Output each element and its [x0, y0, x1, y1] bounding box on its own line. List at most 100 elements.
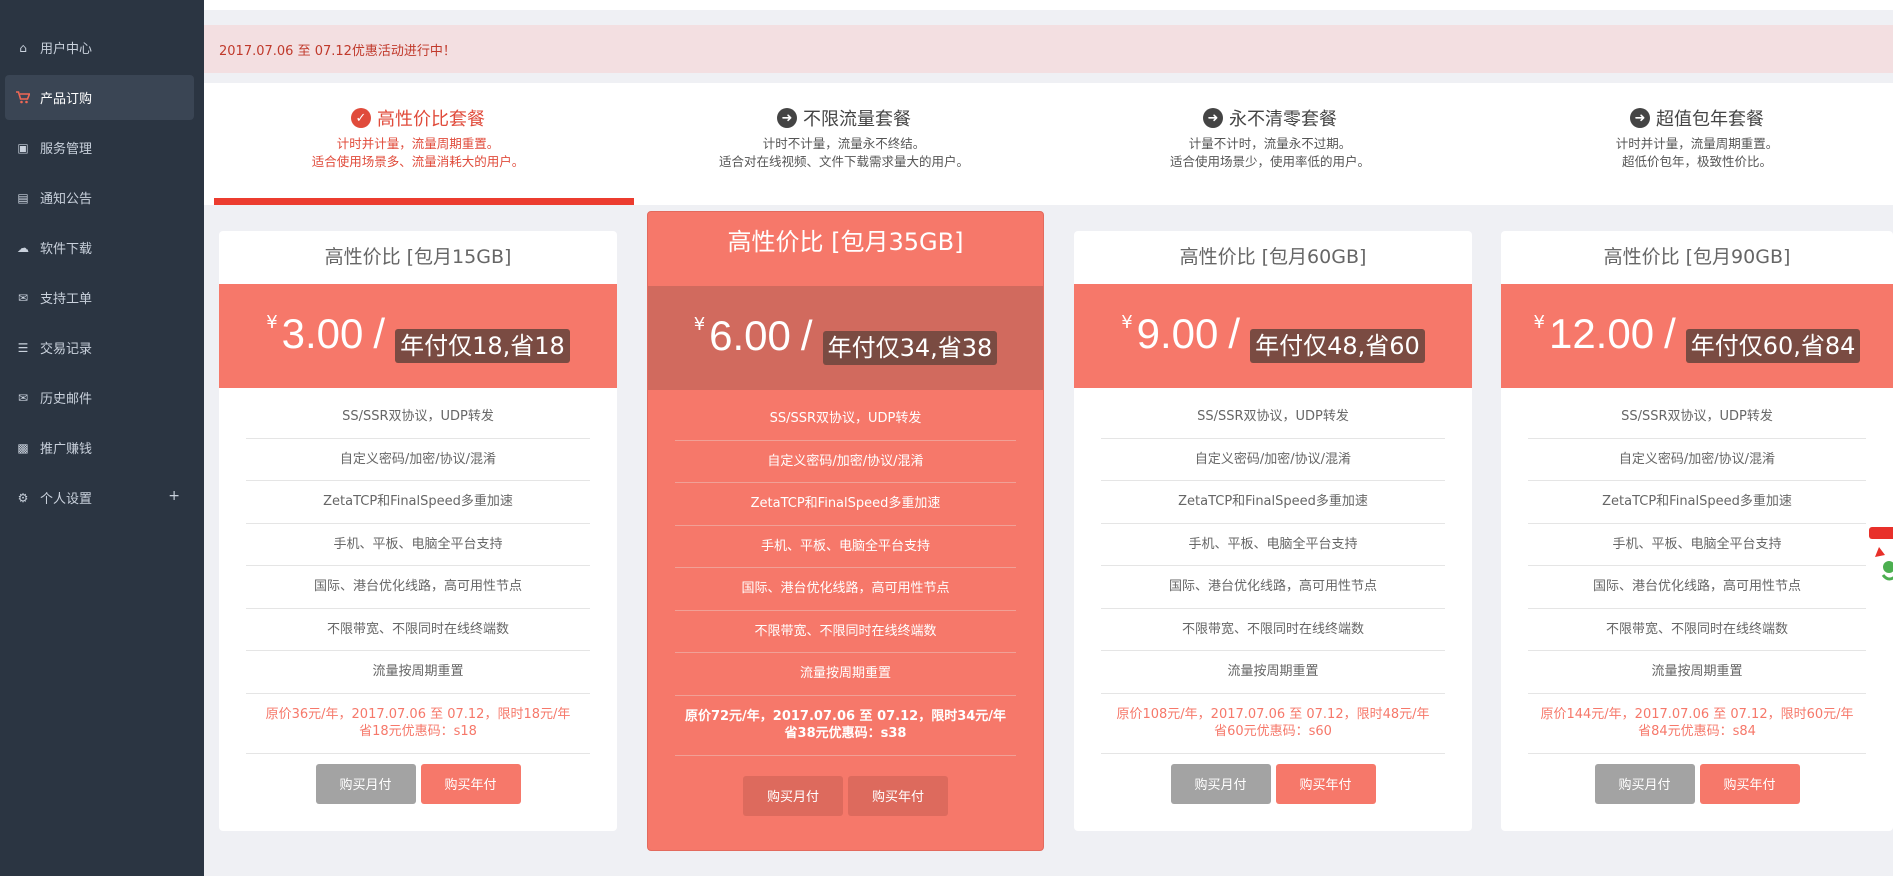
price-separator: /	[1228, 310, 1241, 357]
plan-title: 高性价比 [包月60GB]	[1179, 246, 1367, 268]
cloud-download-icon: ☁	[17, 240, 29, 255]
monthly-price: 12.00	[1548, 310, 1655, 357]
tab-desc-line2: 适合对在线视频、文件下载需求量大的用户。	[718, 154, 969, 169]
feature-item: 流量按周期重置	[1101, 651, 1445, 694]
feature-item: 手机、平板、电脑全平台支持	[675, 526, 1016, 568]
annual-price-badge: 年付仅60,省84	[1685, 329, 1861, 363]
buy-monthly-button[interactable]: 购买月付	[1594, 763, 1695, 804]
sidebar-item-announcements[interactable]: ▤ 通知公告	[5, 175, 194, 220]
sidebar-item-user-center[interactable]: ⌂ 用户中心	[5, 25, 194, 70]
sidebar-item-transactions[interactable]: ☰ 交易记录	[5, 325, 194, 370]
notice-text: 2017.07.06 至 07.12优惠活动进行中！	[219, 43, 456, 59]
tab-cost-effective[interactable]: ✓ 高性价比套餐 计时并计量，流量周期重置。 适合使用场景多、流量消耗大的用户。	[208, 83, 628, 205]
buy-monthly-button[interactable]: 购买月付	[743, 775, 843, 816]
buy-yearly-button[interactable]: 购买年付	[1275, 763, 1376, 804]
sidebar-item-service-management[interactable]: ▣ 服务管理	[5, 125, 194, 170]
sidebar-item-referral[interactable]: ▩ 推广赚钱	[5, 425, 194, 470]
sidebar-item-label: 软件下载	[40, 242, 93, 257]
check-circle-icon: ✓	[351, 108, 371, 128]
tab-desc-line2: 超低价包年，极致性价比。	[1621, 154, 1772, 169]
buy-yearly-button[interactable]: 购买年付	[848, 775, 948, 816]
sidebar-item-support-ticket[interactable]: ✉ 支持工单	[5, 275, 194, 320]
cube-icon: ▣	[17, 140, 29, 155]
tab-desc-line2: 适合使用场景少，使用率低的用户。	[1169, 154, 1370, 169]
plan-title: 高性价比 [包月90GB]	[1603, 246, 1791, 268]
tab-desc-line2: 适合使用场景多、流量消耗大的用户。	[311, 154, 525, 169]
feature-item: 手机、平板、电脑全平台支持	[246, 524, 590, 566]
price-box: ¥ 9.00 / 年付仅48,省60	[1074, 284, 1472, 388]
feature-item: ZetaTCP和FinalSpeed多重加速	[1528, 481, 1866, 524]
feature-item: 自定义密码/加密/协议/混淆	[246, 439, 590, 481]
feature-item: 不限带宽、不限同时在线终端数	[246, 609, 590, 651]
tab-unlimited-traffic[interactable]: ➜ 不限流量套餐 计时不计量，流量永不终结。 适合对在线视频、文件下载需求量大的…	[634, 83, 1054, 205]
floating-chat-widget[interactable]	[1865, 525, 1893, 595]
feature-item: 国际、港台优化线路，高可用性节点	[246, 566, 590, 609]
list-icon: ☰	[17, 340, 29, 355]
sidebar-item-label: 产品订购	[40, 92, 93, 107]
sidebar-item-label: 交易记录	[40, 342, 93, 357]
feature-list: SS/SSR双协议，UDP转发 自定义密码/加密/协议/混淆 ZetaTCP和F…	[1074, 388, 1472, 754]
sidebar-item-label: 支持工单	[40, 292, 93, 307]
promo-line2: 省18元优惠码：s18	[359, 723, 477, 739]
plan-card-90gb: 高性价比 [包月90GB] ¥ 12.00 / 年付仅60,省84 SS/SSR…	[1501, 231, 1893, 831]
buy-yearly-button[interactable]: 购买年付	[1699, 763, 1800, 804]
promo-line2: 省84元优惠码：s84	[1638, 723, 1756, 739]
promo-line1: 原价144元/年，2017.07.06 至 07.12，限时60元/年	[1540, 706, 1854, 722]
tab-desc-line1: 计时并计量，流量周期重置。	[336, 136, 500, 151]
promo-text: 原价36元/年，2017.07.06 至 07.12，限时18元/年 省18元优…	[246, 694, 590, 754]
sidebar-item-label: 通知公告	[40, 192, 93, 207]
promo-line2: 省38元优惠码：s38	[784, 725, 907, 741]
plan-card-60gb: 高性价比 [包月60GB] ¥ 9.00 / 年付仅48,省60 SS/SSR双…	[1074, 231, 1472, 831]
tab-title: 超值包年套餐	[1656, 109, 1764, 130]
sidebar-item-label: 服务管理	[40, 142, 93, 157]
feature-item: 手机、平板、电脑全平台支持	[1528, 524, 1866, 566]
sidebar-item-software-download[interactable]: ☁ 软件下载	[5, 225, 194, 270]
tab-desc-line1: 计时并计量，流量周期重置。	[1615, 136, 1779, 151]
promo-text: 原价108元/年，2017.07.06 至 07.12，限时48元/年 省60元…	[1101, 694, 1445, 754]
plan-card-35gb: 高性价比 [包月35GB] ¥ 6.00 / 年付仅34,省38 SS/SSR双…	[647, 211, 1044, 851]
plan-title: 高性价比 [包月15GB]	[324, 246, 512, 268]
monthly-price: 9.00	[1136, 310, 1219, 357]
buy-monthly-button[interactable]: 购买月付	[1170, 763, 1271, 804]
sidebar-item-mail-history[interactable]: ✉ 历史邮件	[5, 375, 194, 420]
price-separator: /	[373, 310, 386, 357]
expand-plus-icon[interactable]: +	[168, 488, 180, 504]
arrow-circle-right-icon: ➜	[777, 108, 797, 128]
sidebar-item-label: 用户中心	[40, 42, 93, 57]
feature-item: 国际、港台优化线路，高可用性节点	[1528, 566, 1866, 609]
price-separator: /	[1664, 310, 1676, 357]
feature-item: ZetaTCP和FinalSpeed多重加速	[1101, 481, 1445, 524]
tab-desc-line1: 计时不计量，流量永不终结。	[762, 136, 926, 151]
sidebar-item-label: 历史邮件	[40, 392, 93, 407]
feature-item: ZetaTCP和FinalSpeed多重加速	[675, 483, 1016, 526]
monthly-price: 3.00	[281, 310, 364, 357]
sidebar-item-personal-settings[interactable]: ⚙ 个人设置 +	[5, 475, 194, 520]
home-icon: ⌂	[19, 40, 27, 55]
tab-annual-value[interactable]: ➜ 超值包年套餐 计时并计量，流量周期重置。 超低价包年，极致性价比。	[1487, 83, 1893, 205]
feature-item: 自定义密码/加密/协议/混淆	[1101, 439, 1445, 481]
promo-line2: 省60元优惠码：s60	[1214, 723, 1332, 739]
feature-item: SS/SSR双协议，UDP转发	[246, 396, 590, 439]
feature-item: 国际、港台优化线路，高可用性节点	[675, 568, 1016, 611]
annual-price-badge: 年付仅18,省18	[395, 329, 570, 363]
price-box: ¥ 3.00 / 年付仅18,省18	[219, 284, 617, 388]
newspaper-icon: ▤	[17, 190, 29, 205]
feature-item: 不限带宽、不限同时在线终端数	[1528, 609, 1866, 651]
price-box: ¥ 12.00 / 年付仅60,省84	[1501, 284, 1893, 388]
price-box: ¥ 6.00 / 年付仅34,省38	[648, 286, 1043, 390]
annual-price-badge: 年付仅48,省60	[1250, 329, 1425, 363]
sidebar-item-product-order[interactable]: 产品订购	[5, 75, 194, 120]
promo-text: 原价144元/年，2017.07.06 至 07.12，限时60元/年 省84元…	[1528, 694, 1866, 754]
promo-text: 原价72元/年，2017.07.06 至 07.12，限时34元/年 省38元优…	[675, 696, 1016, 756]
buy-monthly-button[interactable]: 购买月付	[315, 763, 416, 804]
sidebar-item-label: 推广赚钱	[40, 442, 93, 457]
tab-never-reset[interactable]: ➜ 永不清零套餐 计量不计时，流量永不过期。 适合使用场景少，使用率低的用户。	[1060, 83, 1480, 205]
currency-symbol: ¥	[1121, 312, 1133, 333]
buy-yearly-button[interactable]: 购买年付	[420, 763, 521, 804]
comments-icon: ✉	[17, 290, 29, 305]
envelope-icon: ✉	[17, 390, 29, 405]
monthly-price: 6.00	[709, 312, 791, 359]
feature-item: SS/SSR双协议，UDP转发	[1528, 396, 1866, 439]
tab-desc-line1: 计量不计时，流量永不过期。	[1188, 136, 1352, 151]
feature-list: SS/SSR双协议，UDP转发 自定义密码/加密/协议/混淆 ZetaTCP和F…	[1501, 388, 1893, 754]
